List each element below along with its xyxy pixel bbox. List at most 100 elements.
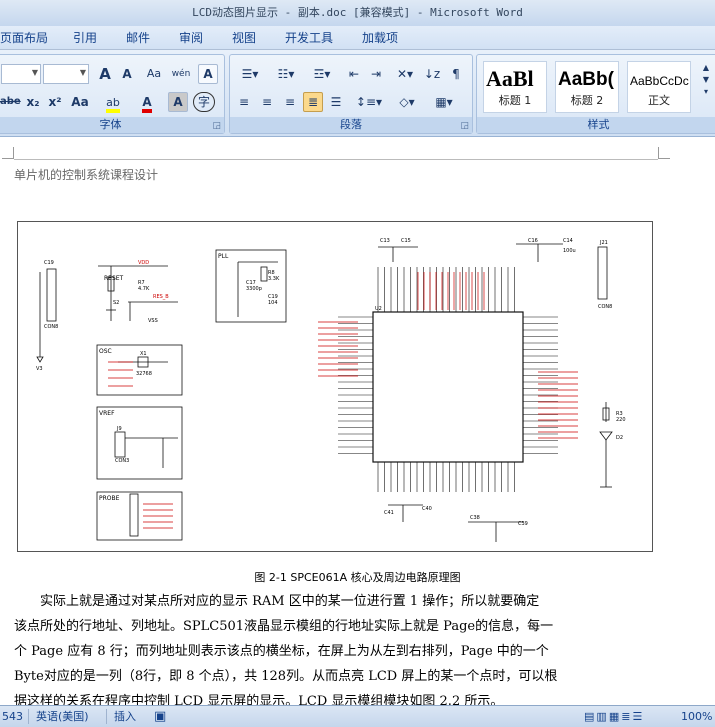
font-name-combo[interactable]: ▼ [1,64,41,84]
schematic-label: C38 [470,515,480,521]
page-number-status[interactable]: 543 [2,706,23,727]
more-styles-icon: ▾ [703,87,708,96]
paragraph-dialog-launcher-icon[interactable]: ◲ [460,121,469,131]
macro-record-icon[interactable]: ▣ [154,706,166,727]
distributed-icon: ☰ [330,95,342,109]
ribbon-tabs: 页面布局 引用 邮件 审阅 视图 开发工具 加载项 [0,26,715,50]
tab-page-layout[interactable]: 页面布局 [0,26,48,50]
decrease-indent-button[interactable]: ⇤ [344,64,364,84]
schematic-label: 4.7K [138,286,150,292]
styles-scroll-buttons[interactable]: ▲ ▼ ▾ [699,61,713,113]
schematic-label: X1 [140,351,147,357]
web-layout-icon[interactable]: ▦ [609,710,621,723]
schematic-label: CON3 [115,458,129,464]
schematic-label: D2 [616,435,623,441]
paint-bucket-icon: ◇▾ [399,95,415,109]
shrink-font-button[interactable]: A [117,64,137,84]
highlight-icon: ab [106,96,120,113]
schematic-label: 100u [563,248,576,254]
tab-add-ins[interactable]: 加载项 [362,26,398,50]
show-marks-button[interactable]: ¶ [446,64,466,84]
view-buttons[interactable]: ▤▥▦≣☰ [584,706,644,727]
schematic-figure: C19 CON8 RESET PLL OSC VREF PROBE U2 J21… [17,221,653,552]
scroll-up-icon: ▲ [702,63,710,72]
line-spacing-icon: ↕≡▾ [355,95,383,109]
styles-group: AaBl 标题 1 AaBb( 标题 2 AaBbCcDc 正文 ▲ ▼ ▾ 样式 [476,54,715,134]
outline-icon[interactable]: ≣ [621,710,632,723]
schematic-label: 3.3K [268,276,280,282]
style-heading2-name: 标题 2 [570,94,604,107]
header-rule [14,159,658,160]
full-screen-reading-icon[interactable]: ▥ [596,710,608,723]
superscript-button[interactable]: x² [45,92,65,112]
borders-button[interactable]: ▦▾ [428,92,460,112]
schematic-label: J21 [599,240,608,246]
schematic-label: RESET [104,275,124,282]
highlight-button[interactable]: ab [99,92,127,113]
schematic-label: C40 [422,506,432,512]
schematic-label: C16 [528,238,538,244]
schematic-label: V3 [36,366,43,372]
schematic-drawing: C19 CON8 RESET PLL OSC VREF PROBE U2 J21… [36,238,626,542]
paragraph-group: ☰▾ ☷▾ ☲▾ ⇤ ⇥ ✕▾ ↓z ¶ ≡ ≡ ≡ ≣ ☰ ↕≡▾ ◇▾ ▦▾… [229,54,473,134]
ribbon: ▼ ▼ A A Aa wén A abe x₂ x² Aa ab A A 字 字… [0,50,715,137]
schematic-label: U2 [375,306,382,312]
grow-font-button[interactable]: A [95,64,115,84]
numbering-button[interactable]: ☷▾ [270,64,302,84]
tab-view[interactable]: 视图 [232,26,256,50]
phonetic-guide-button[interactable]: wén [169,64,193,84]
schematic-label: OSC [99,348,112,355]
style-normal[interactable]: AaBbCcDc 正文 [627,61,691,113]
font-color-button[interactable]: A [133,92,161,113]
line-spacing-button[interactable]: ↕≡▾ [354,92,384,112]
char-shading-button[interactable]: A [168,92,188,112]
draft-icon[interactable]: ☰ [632,710,644,723]
distributed-button[interactable]: ☰ [326,92,346,112]
tab-mailings[interactable]: 邮件 [126,26,150,50]
strikethrough-button[interactable]: abe [0,92,21,112]
align-right-button[interactable]: ≡ [280,92,300,112]
style-heading2-sample: AaBb( [558,69,614,90]
bullets-button[interactable]: ☰▾ [234,64,266,84]
zoom-level[interactable]: 100% [681,706,712,727]
schematic-label: VREF [99,410,115,417]
change-case-button[interactable]: Aa [67,92,93,112]
align-left-button[interactable]: ≡ [234,92,254,112]
char-border-button[interactable]: A [198,64,218,84]
style-heading2[interactable]: AaBb( 标题 2 [555,61,619,113]
insert-mode-status[interactable]: 插入 [114,706,136,727]
enclose-char-button[interactable]: 字 [193,92,215,112]
print-layout-icon[interactable]: ▤ [584,710,596,723]
style-heading1-sample: AaBl [486,66,534,91]
schematic-label: C13 [380,238,390,244]
font-group: ▼ ▼ A A Aa wén A abe x₂ x² Aa ab A A 字 字… [0,54,225,134]
justify-icon: ≣ [307,95,319,109]
status-divider [28,709,29,724]
increase-indent-button[interactable]: ⇥ [366,64,386,84]
align-center-button[interactable]: ≡ [257,92,277,112]
chinese-layout-button[interactable]: ✕▾ [390,64,420,84]
schematic-label: VSS [148,318,158,324]
tab-references[interactable]: 引用 [73,26,97,50]
figure-caption: 图 2-1 SPCE061A 核心及周边电路原理图 [254,571,461,584]
font-size-combo[interactable]: ▼ [43,64,89,84]
sort-button[interactable]: ↓z [422,64,442,84]
scroll-down-icon: ▼ [702,75,710,84]
clear-format-button[interactable]: Aa [143,64,165,84]
chinese-layout-icon: ✕▾ [396,67,414,81]
schematic-label: 3300p [246,286,262,292]
schematic-label: S2 [113,300,119,306]
language-status[interactable]: 英语(美国) [36,706,89,727]
style-heading1[interactable]: AaBl 标题 1 [483,61,547,113]
body-paragraph-line: 个 Page 应有 8 行；而列地址则表示该点的横坐标，在屏上为从左到右排列，P… [14,644,549,659]
schematic-label: C14 [563,238,573,244]
tab-developer[interactable]: 开发工具 [285,26,333,50]
shading-button[interactable]: ◇▾ [390,92,424,112]
multilevel-list-button[interactable]: ☲▾ [306,64,338,84]
subscript-button[interactable]: x₂ [23,92,43,112]
justify-button[interactable]: ≣ [303,92,323,112]
document-area[interactable]: 单片机的控制系统课程设计 C19 CON8 RESET PLL OSC VREF… [0,137,715,705]
tab-review[interactable]: 审阅 [179,26,203,50]
style-heading1-name: 标题 1 [498,94,532,107]
font-dialog-launcher-icon[interactable]: ◲ [212,121,221,131]
